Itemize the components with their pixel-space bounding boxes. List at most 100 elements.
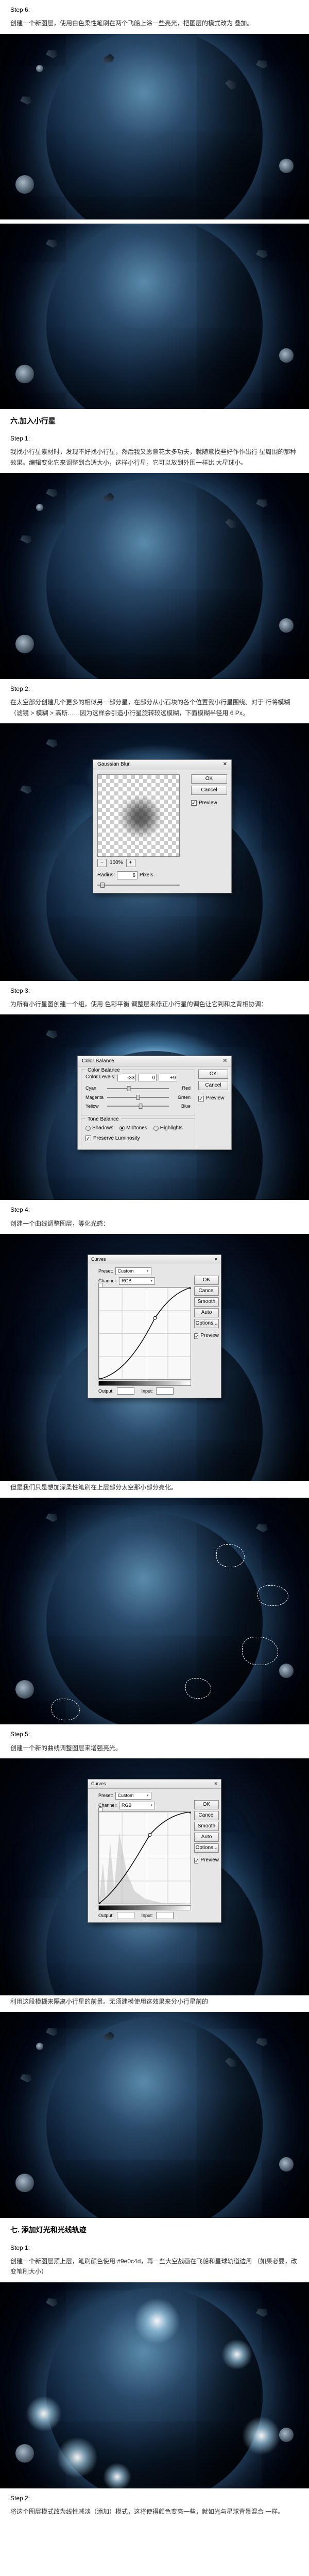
- moon-icon: [36, 2043, 43, 2050]
- debris-icon: [45, 48, 58, 59]
- planet-render-3: [0, 473, 309, 679]
- ok-button[interactable]: OK: [194, 1800, 219, 1809]
- group-title: Color Balance: [85, 1066, 122, 1075]
- channel-select[interactable]: RGB▾: [119, 1277, 155, 1285]
- debris-icon: [45, 2296, 58, 2307]
- lasso-selection-icon: [52, 1699, 80, 1720]
- gaussian-blur-dialog: Gaussian Blur ✕ OK Cancel Preview − 100%…: [93, 759, 232, 893]
- lasso-selection-icon: [242, 1637, 278, 1665]
- preset-select[interactable]: Custom▾: [115, 1267, 151, 1275]
- close-icon[interactable]: ✕: [214, 1256, 218, 1263]
- preview-checkbox[interactable]: Preview: [198, 1094, 228, 1103]
- step-label: Step 4:: [0, 1200, 309, 1217]
- preview-box: [97, 774, 180, 857]
- debris-icon: [45, 2026, 58, 2037]
- output-input[interactable]: [117, 1912, 134, 1919]
- section-heading-lights: 七. 添加灯光和光线轨迹: [0, 2218, 309, 2238]
- color-slider[interactable]: [107, 1086, 169, 1092]
- zoom-in-button[interactable]: +: [126, 859, 135, 867]
- shadows-radio[interactable]: Shadows: [85, 1124, 113, 1132]
- preview-checkbox[interactable]: Preview: [194, 1332, 219, 1340]
- cancel-button[interactable]: Cancel: [191, 786, 227, 795]
- dialog-title: Gaussian Blur: [97, 760, 130, 769]
- body-text: 将这个图层模式改为线性减淡（添加）模式，这将使得颜色变亮一些，就如光与星球背景混…: [0, 2505, 309, 2522]
- chevron-down-icon: ▾: [151, 1278, 153, 1284]
- dialog-title: Curves: [91, 1256, 106, 1263]
- ok-button[interactable]: OK: [191, 774, 227, 784]
- dialog-titlebar: Gaussian Blur ✕: [93, 760, 231, 770]
- close-icon[interactable]: ✕: [223, 760, 227, 769]
- moon-icon: [279, 159, 294, 173]
- color-slider[interactable]: [107, 1103, 169, 1109]
- smooth-button[interactable]: Smooth: [194, 1297, 219, 1307]
- moon-icon: [279, 348, 294, 363]
- radius-label: Radius:: [97, 871, 115, 879]
- debris-icon: [45, 737, 58, 748]
- moon-icon: [15, 635, 34, 653]
- close-icon[interactable]: ✕: [214, 1780, 218, 1787]
- moon-icon: [279, 1664, 294, 1678]
- zoom-out-button[interactable]: −: [97, 859, 107, 867]
- dialog-title: Color Balance: [82, 1057, 114, 1065]
- preserve-luminosity-checkbox[interactable]: Preserve Luminosity: [85, 1134, 191, 1143]
- radius-input[interactable]: 6: [117, 871, 138, 879]
- slider-label: Green: [171, 1094, 191, 1101]
- color-balance-dialog: Color Balance ✕ OK Cancel Preview Color …: [77, 1056, 232, 1149]
- planet-body: [46, 224, 263, 409]
- ok-button[interactable]: OK: [194, 1276, 219, 1285]
- slider-thumb-icon: [100, 883, 105, 888]
- body-text: 创建一个新的曲线调整图层来增强亮光。: [0, 1742, 309, 1758]
- options-button[interactable]: Options...: [194, 1319, 219, 1328]
- midtones-radio[interactable]: Midtones: [119, 1124, 147, 1132]
- preset-label: Preset:: [98, 1792, 113, 1799]
- output-input[interactable]: [117, 1387, 134, 1395]
- cancel-button[interactable]: Cancel: [194, 1286, 219, 1296]
- close-icon[interactable]: ✕: [223, 1057, 227, 1065]
- input-label: Input:: [142, 1912, 153, 1919]
- debris-icon: [255, 58, 268, 69]
- input-input[interactable]: [156, 1387, 174, 1395]
- debris-icon: [20, 533, 32, 544]
- planet-render-color-balance: Color Balance ✕ OK Cancel Preview Color …: [0, 1014, 309, 1200]
- radius-slider[interactable]: [97, 882, 180, 889]
- color-slider[interactable]: [107, 1094, 169, 1100]
- preview-checkbox[interactable]: Preview: [191, 799, 227, 807]
- moon-icon: [15, 1680, 34, 1699]
- highlights-radio[interactable]: Highlights: [153, 1124, 183, 1132]
- planet-render-final-asteroids: [0, 2012, 309, 2218]
- output-label: Output:: [98, 1387, 114, 1395]
- input-input[interactable]: [156, 1912, 174, 1919]
- group-title: Tone Balance: [85, 1115, 121, 1124]
- preview-checkbox[interactable]: Preview: [194, 1856, 219, 1865]
- cancel-button[interactable]: Cancel: [198, 1081, 228, 1090]
- level-input-magenta[interactable]: 0: [138, 1074, 157, 1081]
- channel-select[interactable]: RGB▾: [119, 1802, 155, 1809]
- debris-icon: [20, 784, 32, 794]
- planet-body: [46, 2287, 263, 2488]
- debris-icon: [20, 94, 32, 105]
- chevron-down-icon: ▾: [147, 1793, 149, 1799]
- cancel-button[interactable]: Cancel: [194, 1811, 219, 1820]
- auto-button[interactable]: Auto: [194, 1833, 219, 1842]
- level-input-yellow[interactable]: +9: [159, 1074, 177, 1081]
- curves-graph[interactable]: [98, 1811, 191, 1904]
- slider-label: Magenta: [85, 1094, 105, 1101]
- ok-button[interactable]: OK: [198, 1070, 228, 1079]
- checkbox-icon: [85, 1136, 91, 1141]
- auto-button[interactable]: Auto: [194, 1308, 219, 1317]
- step-label: Step 2:: [0, 679, 309, 696]
- moon-icon: [279, 618, 294, 633]
- curves-graph[interactable]: [98, 1287, 191, 1380]
- step-label: Step 3:: [0, 981, 309, 998]
- preset-select[interactable]: Custom▾: [115, 1792, 151, 1800]
- body-text: 利用这段模糊来隔离小行星的前景。无须建模使用这效果来分小行星前的: [0, 1995, 309, 2012]
- debris-icon: [45, 487, 58, 498]
- planet-body: [46, 2017, 263, 2218]
- smooth-button[interactable]: Smooth: [194, 1822, 219, 1831]
- step-label: Step 2:: [0, 2488, 309, 2505]
- curve-line-icon: [99, 1287, 191, 1379]
- options-button[interactable]: Options...: [194, 1843, 219, 1853]
- debris-icon: [255, 497, 268, 508]
- moon-icon: [279, 2428, 294, 2442]
- body-text: 创建一个新图层顶上层，笔刷颜色使用 #9e0c4d，再一些大空战画在飞船和星球轨…: [0, 2255, 309, 2282]
